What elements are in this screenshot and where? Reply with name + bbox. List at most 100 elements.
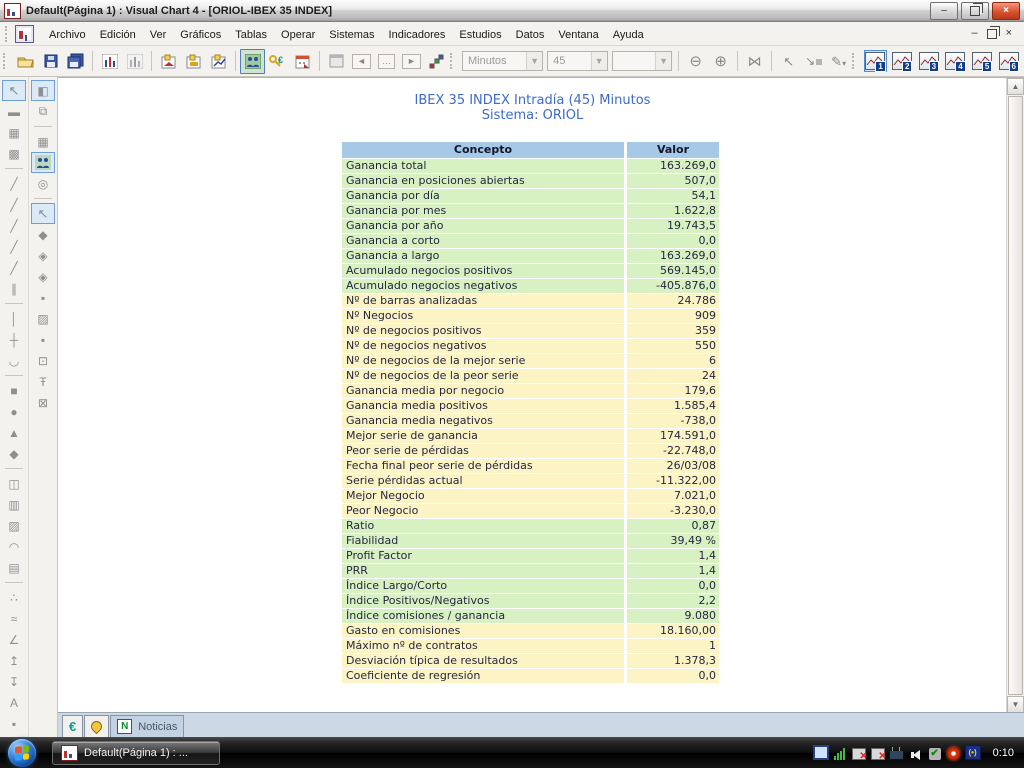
- pointer-mode-icon[interactable]: ↖: [31, 203, 55, 224]
- arrow-down-icon[interactable]: ↧: [2, 671, 26, 692]
- toolbar-grip[interactable]: [852, 53, 858, 69]
- menu-ver[interactable]: Ver: [143, 25, 174, 45]
- diamond-dotted-icon[interactable]: ◈: [31, 266, 55, 287]
- angle-tool-icon[interactable]: ∠: [2, 629, 26, 650]
- regression-line-icon[interactable]: ╱: [2, 257, 26, 278]
- filled-box-icon[interactable]: ▪: [31, 287, 55, 308]
- page-list-icon[interactable]: …: [374, 49, 399, 74]
- page-flag-red-icon[interactable]: [156, 49, 181, 74]
- menu-estudios[interactable]: Estudios: [452, 25, 508, 45]
- segment-line-icon[interactable]: ╱: [2, 194, 26, 215]
- page-flag-yellow-icon[interactable]: [181, 49, 206, 74]
- menu-edicion[interactable]: Edición: [93, 25, 143, 45]
- link-windows-icon[interactable]: [424, 49, 449, 74]
- fibonacci-fan-lines-icon[interactable]: ▥: [2, 494, 26, 515]
- menu-tablas[interactable]: Tablas: [228, 25, 274, 45]
- view-eye-icon[interactable]: ◎: [31, 173, 55, 194]
- units-select[interactable]: ▼: [612, 51, 673, 71]
- chart-view-4[interactable]: 4: [944, 50, 967, 72]
- page-next-icon[interactable]: ►: [399, 49, 424, 74]
- fan-arcs-icon[interactable]: ◠: [2, 536, 26, 557]
- mdi-close-button[interactable]: ×: [1006, 28, 1012, 39]
- close-button[interactable]: ×: [992, 2, 1020, 20]
- calendar-icon[interactable]: [290, 49, 315, 74]
- triangle-icon[interactable]: ▲: [2, 422, 26, 443]
- pointer-object-icon[interactable]: ↘: [801, 49, 826, 74]
- network-disconnected-icon[interactable]: ✕: [851, 746, 867, 760]
- chart-view-1[interactable]: 1: [864, 50, 887, 72]
- grid-icon[interactable]: ▦: [31, 131, 55, 152]
- taskbar-app-button[interactable]: Default(Página 1) : ...: [52, 741, 220, 765]
- restore-button[interactable]: [961, 2, 989, 20]
- scrollbar-thumb[interactable]: [1008, 96, 1023, 695]
- solid-square-icon[interactable]: ▪: [2, 713, 26, 734]
- toolbar-grip[interactable]: [450, 53, 456, 69]
- page-prev-icon[interactable]: ◄: [349, 49, 374, 74]
- chart-gray-icon[interactable]: [122, 49, 147, 74]
- new-chart-icon[interactable]: [97, 49, 122, 74]
- volume-icon[interactable]: [908, 746, 924, 760]
- menu-ventana[interactable]: Ventana: [551, 25, 605, 45]
- stamp-icon[interactable]: ▬: [2, 101, 26, 122]
- text-note-icon[interactable]: ▤: [2, 557, 26, 578]
- chart-view-2[interactable]: 2: [891, 50, 914, 72]
- tab-pinned[interactable]: [84, 715, 109, 737]
- interval-select[interactable]: 45▼: [547, 51, 608, 71]
- vertical-scrollbar[interactable]: ▲ ▼: [1006, 78, 1024, 713]
- diamond-open-icon[interactable]: ◈: [31, 245, 55, 266]
- text-label-icon[interactable]: A: [2, 692, 26, 713]
- page-flag-blue-icon[interactable]: [206, 49, 231, 74]
- cross-line-icon[interactable]: ┼: [2, 329, 26, 350]
- router-icon[interactable]: [889, 746, 905, 760]
- trend-line-icon[interactable]: ╱: [2, 173, 26, 194]
- select-cursor-icon[interactable]: ↖: [2, 80, 26, 101]
- hide-lines-icon[interactable]: ⋈: [742, 49, 767, 74]
- rectangle-icon[interactable]: ■: [2, 380, 26, 401]
- menu-graficos[interactable]: Gráficos: [173, 25, 228, 45]
- open-folder-icon[interactable]: [13, 49, 38, 74]
- compression-select[interactable]: Minutos▼: [462, 51, 543, 71]
- scroll-up-button[interactable]: ▲: [1007, 78, 1024, 95]
- ray-line-icon[interactable]: ╱: [2, 215, 26, 236]
- tab-euro-quotes[interactable]: €: [62, 715, 83, 737]
- start-button[interactable]: [8, 739, 36, 767]
- wireless-activity-icon[interactable]: (•): [965, 746, 981, 760]
- arc-icon[interactable]: ◡: [2, 350, 26, 371]
- draw-tool-icon[interactable]: ✎▾: [826, 49, 851, 74]
- save-icon[interactable]: [38, 49, 63, 74]
- arrow-up-icon[interactable]: ↥: [2, 650, 26, 671]
- ellipse-icon[interactable]: ●: [2, 401, 26, 422]
- toolbar-grip[interactable]: [3, 53, 9, 69]
- rhombus-icon[interactable]: ◆: [2, 443, 26, 464]
- network-disconnected-2-icon[interactable]: ✕: [870, 746, 886, 760]
- systems-people-icon[interactable]: [31, 152, 55, 173]
- extended-line-icon[interactable]: ╱: [2, 236, 26, 257]
- mdi-minimize-button[interactable]: –: [971, 28, 977, 39]
- save-all-icon[interactable]: [63, 49, 88, 74]
- antivirus-icon[interactable]: [946, 746, 962, 760]
- menu-ayuda[interactable]: Ayuda: [606, 25, 651, 45]
- tab-noticias[interactable]: N Noticias: [110, 715, 184, 737]
- pointer-icon[interactable]: ↖: [776, 49, 801, 74]
- systems-statistics-icon[interactable]: [240, 49, 265, 74]
- vertical-line-icon[interactable]: │: [2, 308, 26, 329]
- minimize-button[interactable]: –: [930, 2, 958, 20]
- point-study-icon[interactable]: ∴: [2, 587, 26, 608]
- key-euro-icon[interactable]: €: [265, 49, 290, 74]
- parallel-lines-icon[interactable]: ∥: [2, 278, 26, 299]
- dotted-region-icon[interactable]: ▩: [2, 143, 26, 164]
- diamond-marker-icon[interactable]: ◆: [31, 224, 55, 245]
- layers-icon[interactable]: ⧉: [31, 101, 55, 122]
- menu-operar[interactable]: Operar: [274, 25, 322, 45]
- console-icon[interactable]: ⊡: [31, 350, 55, 371]
- signal-strength-icon[interactable]: [832, 746, 848, 760]
- speed-lines-icon[interactable]: ▨: [2, 515, 26, 536]
- document-icon[interactable]: [15, 25, 34, 43]
- menu-datos[interactable]: Datos: [509, 25, 552, 45]
- scroll-down-button[interactable]: ▼: [1007, 696, 1024, 713]
- filled-region-icon[interactable]: ▦: [2, 122, 26, 143]
- network-computer-icon[interactable]: [813, 746, 829, 760]
- fibonacci-bands-icon[interactable]: ◫: [2, 473, 26, 494]
- menu-indicadores[interactable]: Indicadores: [382, 25, 453, 45]
- chart-view-3[interactable]: 3: [917, 50, 940, 72]
